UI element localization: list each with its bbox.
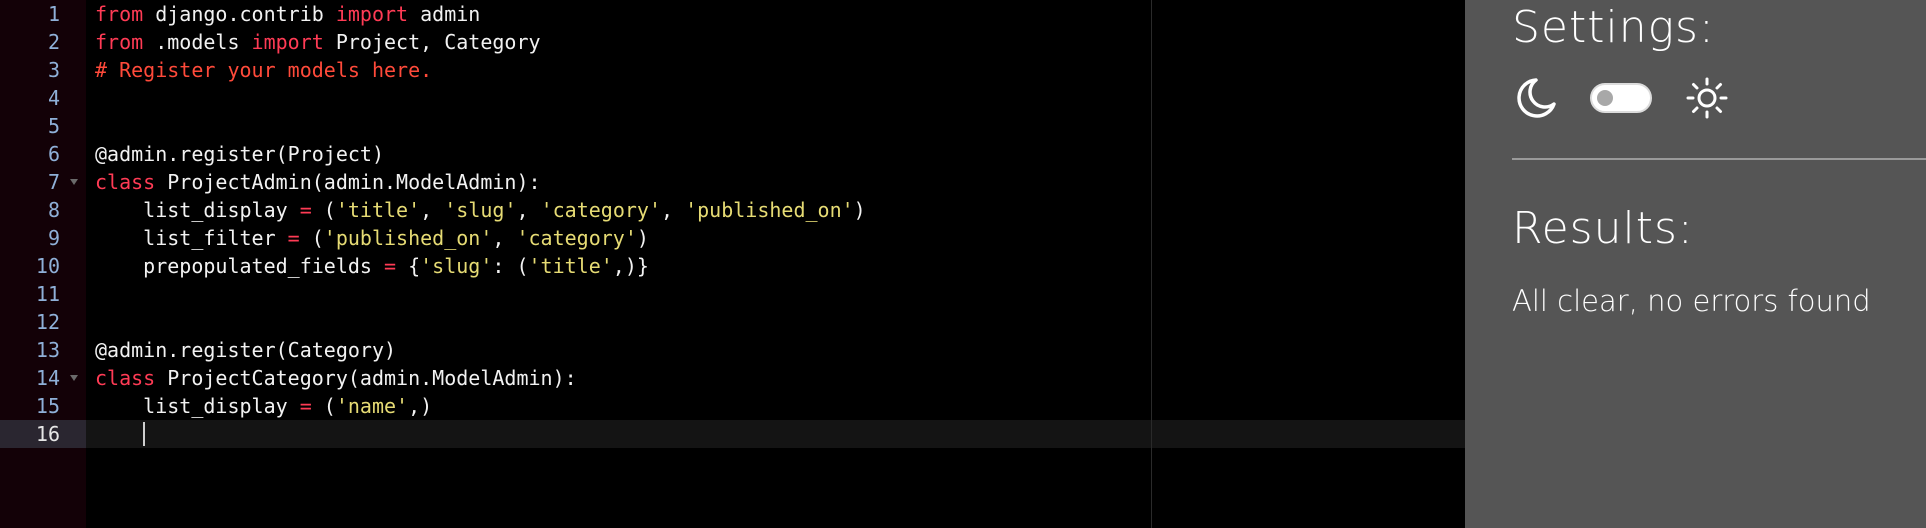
code-token: 'published_on' (685, 198, 854, 222)
code-token: ,) (408, 394, 433, 418)
code-token: from (95, 2, 144, 26)
code-token: , (516, 198, 541, 222)
code-token: : ( (492, 254, 529, 278)
line-number: 15 (35, 394, 60, 418)
settings-panel: Settings: Results: All clear, no errors … (1465, 0, 1926, 528)
code-token: import (251, 30, 324, 54)
code-line[interactable]: from django.contrib import admin (95, 0, 1465, 28)
code-token: = (287, 226, 300, 250)
code-line[interactable]: prepopulated_fields = {'slug': ('title',… (95, 252, 1465, 280)
theme-toggle[interactable] (1590, 83, 1652, 113)
sun-icon[interactable] (1686, 77, 1728, 119)
code-token: 'slug' (420, 254, 493, 278)
code-token: # Register your models here. (95, 58, 433, 82)
code-token: , (492, 226, 517, 250)
code-token: from (95, 30, 144, 54)
code-token: prepopulated_fields (95, 254, 384, 278)
line-number: 11 (35, 282, 60, 306)
code-token: django.contrib (143, 2, 336, 26)
toggle-knob (1597, 90, 1613, 106)
code-token: ) (636, 226, 649, 250)
line-number: 2 (47, 30, 60, 54)
code-line[interactable] (95, 84, 1465, 112)
code-line[interactable] (95, 308, 1465, 336)
print-margin (1151, 0, 1152, 528)
code-token: 'title' (335, 198, 421, 222)
text-cursor (143, 422, 146, 446)
line-number: 14 (0, 364, 86, 392)
code-token: = (383, 254, 397, 278)
code-token: ProjectAdmin(admin.ModelAdmin): (155, 170, 541, 194)
results-title: Results: (1512, 203, 1694, 254)
code-token: class (95, 366, 156, 390)
line-number: 3 (47, 58, 60, 82)
code-token: ,)} (612, 254, 649, 278)
code-line[interactable]: list_display = ('title', 'slug', 'catego… (95, 196, 1465, 224)
code-token: import (335, 2, 409, 26)
app-root: 1 2 3 4 5 6 7 8 9 10 11 12 13 14 15 16 from django.cont… (0, 0, 1926, 528)
code-token: list_display (95, 394, 300, 418)
code-token: admin (408, 2, 481, 26)
code-token: @admin.register(Category) (95, 338, 397, 362)
panel-divider (1512, 158, 1926, 160)
line-number: 1 (47, 2, 60, 26)
line-number: 6 (47, 142, 60, 166)
moon-icon[interactable] (1512, 74, 1560, 122)
code-token: Project, Category (323, 30, 541, 54)
line-number: 5 (47, 114, 60, 138)
line-number: 10 (35, 254, 60, 278)
results-message: All clear, no errors found (1512, 284, 1871, 318)
code-token: 'title' (528, 254, 613, 278)
code-token: = (299, 394, 312, 418)
code-token: .models (143, 30, 252, 54)
code-line[interactable]: @admin.register(Category) (95, 336, 1465, 364)
code-token: { (396, 254, 421, 278)
line-number: 12 (35, 310, 60, 334)
settings-title: Settings: (1512, 2, 1715, 53)
code-line[interactable]: list_display = ('name',) (95, 392, 1465, 420)
line-number: 4 (47, 86, 60, 110)
code-area[interactable]: from django.contrib import admin from .mo… (86, 0, 1465, 528)
code-token: @admin.register(Project) (95, 142, 384, 166)
line-number: 7 (0, 168, 86, 196)
fold-arrow-icon[interactable] (70, 179, 78, 185)
line-number-gutter: 1 2 3 4 5 6 7 8 9 10 11 12 13 14 15 16 (0, 0, 86, 528)
code-token: , (661, 198, 686, 222)
code-line[interactable]: @admin.register(Project) (95, 140, 1465, 168)
code-line[interactable]: list_filter = ('published_on', 'category… (95, 224, 1465, 252)
code-token: class (95, 170, 156, 194)
code-token: ProjectCategory(admin.ModelAdmin): (155, 366, 577, 390)
code-token: 'category' (516, 226, 637, 250)
code-token: list_display (95, 198, 300, 222)
code-editor[interactable]: 1 2 3 4 5 6 7 8 9 10 11 12 13 14 15 16 from django.cont… (0, 0, 1465, 528)
code-token: = (299, 198, 312, 222)
code-token: list_filter (95, 226, 288, 250)
code-token: ( (299, 226, 324, 250)
code-token: 'published_on' (323, 226, 493, 250)
line-number: 9 (47, 226, 60, 250)
code-token: ) (853, 198, 866, 222)
code-token: 'category' (540, 198, 661, 222)
code-line[interactable] (95, 112, 1465, 140)
line-number: 8 (47, 198, 60, 222)
code-line[interactable] (95, 280, 1465, 308)
fold-arrow-icon[interactable] (70, 375, 78, 381)
code-token: ( (311, 394, 336, 418)
code-line[interactable]: from .models import Project, Category (95, 28, 1465, 56)
code-line[interactable] (86, 420, 1465, 448)
theme-switcher (1512, 74, 1728, 122)
line-number: 16 (0, 420, 86, 448)
code-token: ( (311, 198, 336, 222)
code-line[interactable]: class ProjectAdmin(admin.ModelAdmin): (95, 168, 1465, 196)
code-token: 'name' (335, 394, 409, 418)
code-line[interactable]: # Register your models here. (95, 56, 1465, 84)
code-token: 'slug' (444, 198, 517, 222)
line-number: 13 (35, 338, 60, 362)
code-line[interactable]: class ProjectCategory(admin.ModelAdmin): (95, 364, 1465, 392)
code-token: , (420, 198, 445, 222)
